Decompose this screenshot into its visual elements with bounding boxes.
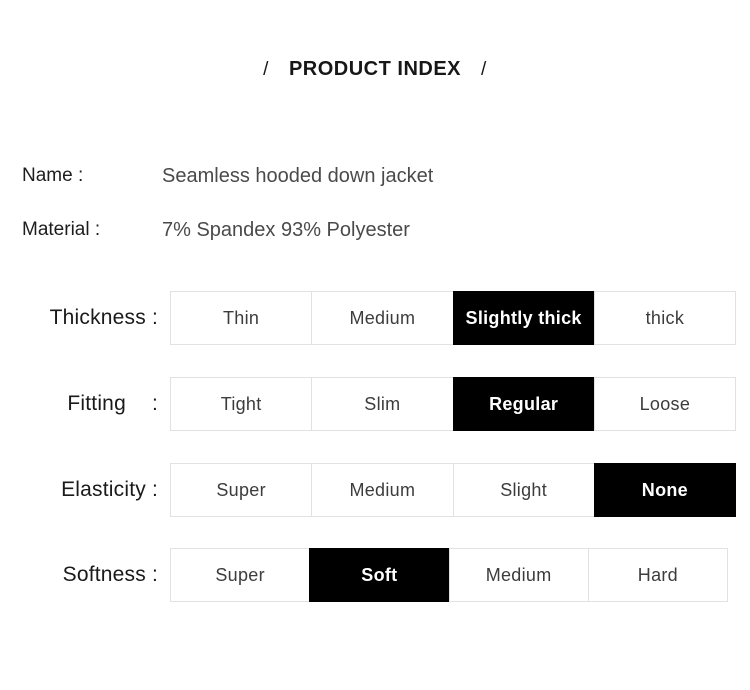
attribute-options-elasticity: Super Medium Slight None [170,463,736,517]
attribute-options-thickness: Thin Medium Slightly thick thick [170,291,736,345]
info-row-name: Name : Seamless hooded down jacket [0,165,750,191]
attribute-colon-fitting: : [151,392,158,415]
title-slash-left: / [263,59,269,80]
attribute-label-softness: Softness: [0,548,158,602]
option-thickness-medium[interactable]: Medium [311,291,453,345]
page-title: / PRODUCT INDEX / [0,58,750,81]
attribute-label-thickness: Thickness: [0,291,158,345]
attribute-colon-thickness: : [151,306,158,329]
option-elasticity-slight[interactable]: Slight [452,463,594,517]
option-thickness-slightly-thick[interactable]: Slightly thick [452,291,594,345]
info-label-name: Name : [22,165,84,186]
attribute-label-elasticity-text: Elasticity [61,478,146,501]
option-fitting-slim[interactable]: Slim [311,377,453,431]
option-softness-super[interactable]: Super [170,548,310,602]
info-label-material: Material : [22,219,101,240]
option-thickness-thin[interactable]: Thin [170,291,312,345]
option-thickness-thick[interactable]: thick [593,291,736,345]
attribute-label-elasticity: Elasticity: [0,463,158,517]
attribute-label-thickness-text: Thickness [49,306,146,329]
info-value-material: 7% Spandex 93% Polyester [162,219,410,241]
title-text: PRODUCT INDEX [288,58,462,80]
option-fitting-regular[interactable]: Regular [452,377,594,431]
option-elasticity-medium[interactable]: Medium [311,463,453,517]
attribute-label-softness-text: Softness [62,563,146,586]
attribute-options-softness: Super Soft Medium Hard [170,548,728,602]
info-row-material: Material : 7% Spandex 93% Polyester [0,219,750,245]
option-softness-soft[interactable]: Soft [309,548,449,602]
option-softness-hard[interactable]: Hard [587,548,728,602]
option-elasticity-super[interactable]: Super [170,463,312,517]
attribute-options-fitting: Tight Slim Regular Loose [170,377,736,431]
attribute-label-fitting: Fitting: [0,377,158,431]
info-value-name: Seamless hooded down jacket [162,165,434,187]
option-fitting-tight[interactable]: Tight [170,377,312,431]
attribute-label-fitting-text: Fitting [67,392,126,415]
option-softness-medium[interactable]: Medium [448,548,588,602]
option-elasticity-none[interactable]: None [593,463,736,517]
title-slash-right: / [481,59,487,80]
option-fitting-loose[interactable]: Loose [593,377,736,431]
attribute-colon-softness: : [151,563,158,586]
attribute-colon-elasticity: : [151,478,158,501]
